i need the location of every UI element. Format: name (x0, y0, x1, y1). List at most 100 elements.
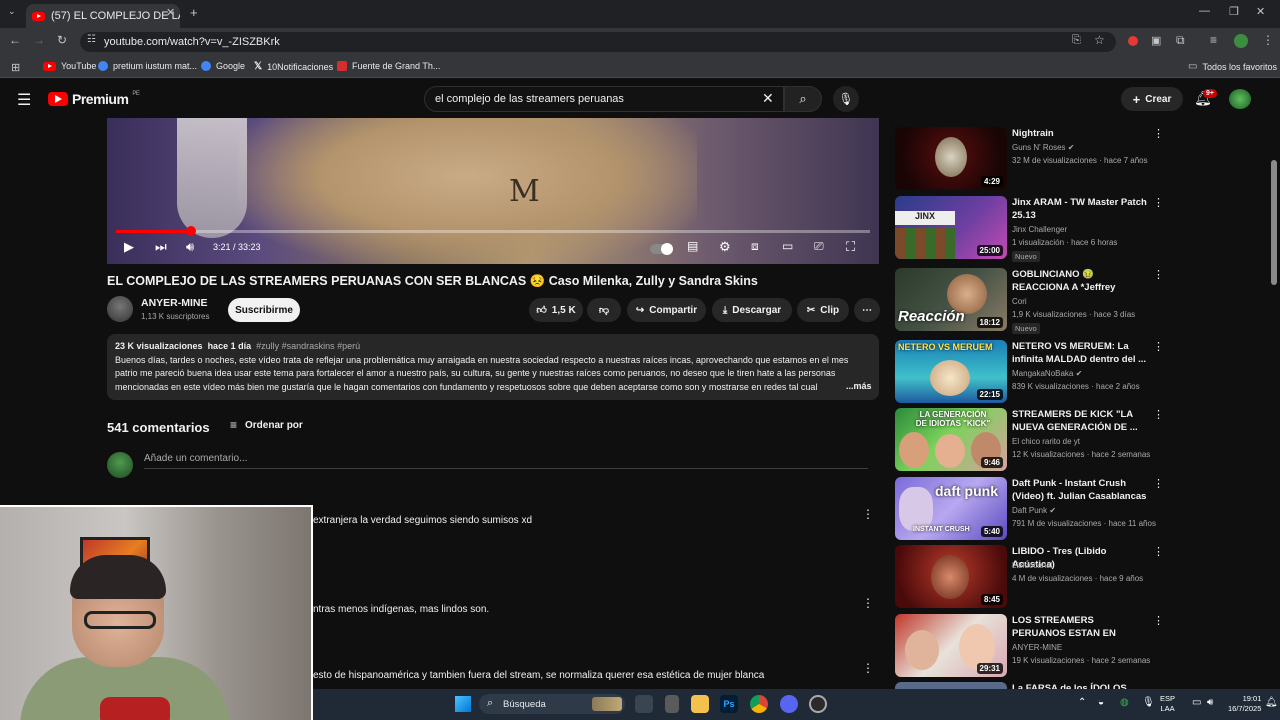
bookmark-youtube[interactable]: YouTube (43, 61, 96, 71)
search-input[interactable]: el complejo de las streamers peruanas (424, 86, 784, 112)
video-thumbnail[interactable]: NETERO VS MERUEM 22:15 (895, 340, 1007, 403)
chrome-menu-icon[interactable]: ⋮ (1262, 33, 1274, 47)
tab-close-icon[interactable]: ✕ (166, 6, 175, 19)
chrome-icon[interactable] (750, 695, 768, 713)
bookmark-pretium[interactable]: pretium iustum mat... (98, 61, 197, 71)
account-avatar[interactable] (1229, 89, 1251, 109)
reload-icon[interactable]: ↻ (57, 33, 67, 47)
recommendation-item[interactable]: 29:31 LOS STREAMERS PERUANOS ESTAN EN DE… (895, 614, 1164, 678)
download-button[interactable]: ⤓ Descargar (712, 298, 792, 322)
progress-bar[interactable] (116, 230, 870, 233)
sort-comments-button[interactable]: ≡ Ordenar por (230, 418, 303, 432)
hashtags[interactable]: #zully #sandraskins #perú (256, 341, 360, 351)
tray-mic-icon[interactable]: 🎙 (1142, 697, 1155, 708)
show-more-link[interactable]: ...más (843, 381, 872, 391)
volume-icon[interactable]: 🔊︎ (186, 239, 194, 255)
video-thumbnail[interactable]: LA GENERACIÓN DE IDIOTAS "KICK" 9:46 (895, 408, 1007, 471)
page-scrollbar[interactable] (1271, 160, 1277, 285)
fullscreen-icon[interactable]: ⛶ (846, 239, 855, 255)
play-icon[interactable]: ▶ (124, 239, 134, 255)
tray-chevron-icon[interactable]: ⌃ (1078, 697, 1086, 708)
dislike-button[interactable]: 👎︎ (587, 298, 621, 322)
recommendation-item[interactable]: LA GENERACIÓN DE IDIOTAS "KICK" 9:46 STR… (895, 408, 1164, 472)
clear-search-icon[interactable]: ✕ (762, 90, 774, 107)
profile-avatar[interactable] (1234, 34, 1248, 48)
share-button[interactable]: ↪ Compartir (627, 298, 706, 322)
bookmark-fuente[interactable]: Fuente de Grand Th... (337, 61, 440, 71)
recommendation-item[interactable]: JINX 25:00 Jinx ARAM - TW Master Patch 2… (895, 196, 1164, 262)
minimize-icon[interactable]: — (1199, 5, 1210, 17)
cast-icon[interactable]: ⎚ (814, 239, 824, 254)
extension-red-icon[interactable] (1128, 36, 1138, 46)
install-icon[interactable]: ⎘ (1072, 34, 1081, 47)
browser-tab[interactable]: (57) EL COMPLEJO DE LAS STREAMERS (26, 4, 180, 28)
search-button[interactable]: ⌕ (784, 86, 822, 112)
close-window-icon[interactable]: ✕ (1256, 5, 1265, 18)
recommendation-item[interactable]: daft punk INSTANT CRUSH 5:40 Daft Punk -… (895, 477, 1164, 541)
clip-button[interactable]: ✂ Clip (797, 298, 849, 322)
video-thumbnail[interactable]: daft punk INSTANT CRUSH 5:40 (895, 477, 1007, 540)
next-icon[interactable]: ⏭ (155, 239, 167, 255)
volume-icon[interactable]: 🔊︎ (1207, 697, 1213, 708)
comment-menu-icon[interactable]: ⋮ (862, 507, 874, 521)
task-view-icon[interactable] (635, 695, 653, 713)
settings-gear-icon[interactable]: ⚙ (719, 239, 731, 255)
tab-search-icon[interactable]: ⌄ (8, 6, 16, 17)
maximize-icon[interactable]: ❐ (1229, 5, 1239, 18)
miniplayer-icon[interactable]: ⧈ (751, 239, 759, 254)
hamburger-menu-icon[interactable]: ☰ (17, 90, 31, 110)
recommendation-menu-icon[interactable]: ⋮ (1153, 340, 1164, 353)
windows-start-icon[interactable] (455, 696, 471, 712)
tray-app-icon[interactable]: ◒ (1098, 697, 1104, 708)
recommendation-item[interactable]: NETERO VS MERUEM 22:15 NETERO VS MERUEM:… (895, 340, 1164, 404)
recommendation-item[interactable]: Reacción 18:12 GOBLINCIANO 🤢 REACCIONA A… (895, 268, 1164, 334)
apps-icon[interactable]: ⊞ (11, 61, 20, 74)
extension-icon[interactable]: ▣ (1151, 34, 1161, 47)
address-bar[interactable]: ☷ youtube.com/watch?v=v_-ZISZBKrk (80, 32, 1116, 52)
bookmark-x[interactable]: 𝕏 10Notificaciones (254, 61, 333, 72)
subtitles-icon[interactable]: ▤ (687, 239, 698, 253)
recommendation-menu-icon[interactable]: ⋮ (1153, 196, 1164, 209)
system-clock[interactable]: 19:01 16/7/2025 (1228, 694, 1261, 714)
recommendation-menu-icon[interactable]: ⋮ (1153, 127, 1164, 140)
video-thumbnail[interactable]: 8:45 (895, 545, 1007, 608)
video-thumbnail[interactable]: 4:29 (895, 127, 1007, 190)
app-icon[interactable] (665, 695, 679, 713)
subscribe-button[interactable]: Suscribirme (228, 298, 300, 322)
bookmark-star-icon[interactable]: ☆ (1094, 33, 1105, 47)
notification-center-icon[interactable]: 🔔︎ (1265, 697, 1278, 708)
video-thumbnail[interactable]: 29:31 (895, 614, 1007, 677)
network-icon[interactable]: ▭ (1192, 697, 1201, 708)
channel-name[interactable]: ANYER-MINE (141, 297, 208, 309)
tray-app-icon[interactable]: ◍ (1120, 697, 1129, 708)
theater-mode-icon[interactable]: ▭ (782, 239, 793, 253)
discord-icon[interactable] (780, 695, 798, 713)
recommendation-menu-icon[interactable]: ⋮ (1153, 408, 1164, 421)
new-tab-icon[interactable]: + (190, 5, 198, 20)
site-info-icon[interactable]: ☷ (87, 34, 96, 45)
recommendation-item[interactable]: 4:29 Nightrain Guns N' Roses ✔ 32 M de v… (895, 127, 1164, 191)
file-explorer-icon[interactable] (691, 695, 709, 713)
recommendation-menu-icon[interactable]: ⋮ (1153, 545, 1164, 558)
recommendation-menu-icon[interactable]: ⋮ (1153, 477, 1164, 490)
more-actions-button[interactable]: ⋯ (854, 298, 880, 322)
taskbar-search[interactable]: ⌕ Búsqueda (479, 694, 625, 714)
recommendation-menu-icon[interactable]: ⋮ (1153, 614, 1164, 627)
back-icon[interactable]: ← (9, 33, 21, 47)
photoshop-icon[interactable]: Ps (720, 695, 738, 713)
comment-menu-icon[interactable]: ⋮ (862, 661, 874, 675)
voice-search-button[interactable]: 🎙 (833, 86, 859, 112)
comment-menu-icon[interactable]: ⋮ (862, 596, 874, 610)
extensions-puzzle-icon[interactable]: ⧉ (1176, 33, 1185, 48)
recommendation-menu-icon[interactable]: ⋮ (1153, 268, 1164, 281)
youtube-logo[interactable]: Premium PE (48, 91, 140, 107)
video-thumbnail[interactable]: JINX 25:00 (895, 196, 1007, 259)
all-favorites[interactable]: ▭ Todos los favoritos (1188, 61, 1277, 72)
like-button[interactable]: 👍︎ 1,5 K (529, 298, 583, 322)
autoplay-toggle[interactable] (650, 243, 673, 255)
video-thumbnail[interactable]: Reacción 18:12 (895, 268, 1007, 331)
create-button[interactable]: + Crear (1121, 87, 1183, 111)
recommendation-item[interactable]: 8:45 LIBIDO - Tres (Libido Acústica) Lib… (895, 545, 1164, 609)
reading-list-icon[interactable]: ≡ (1210, 33, 1217, 47)
bookmark-google[interactable]: Google (201, 61, 245, 71)
